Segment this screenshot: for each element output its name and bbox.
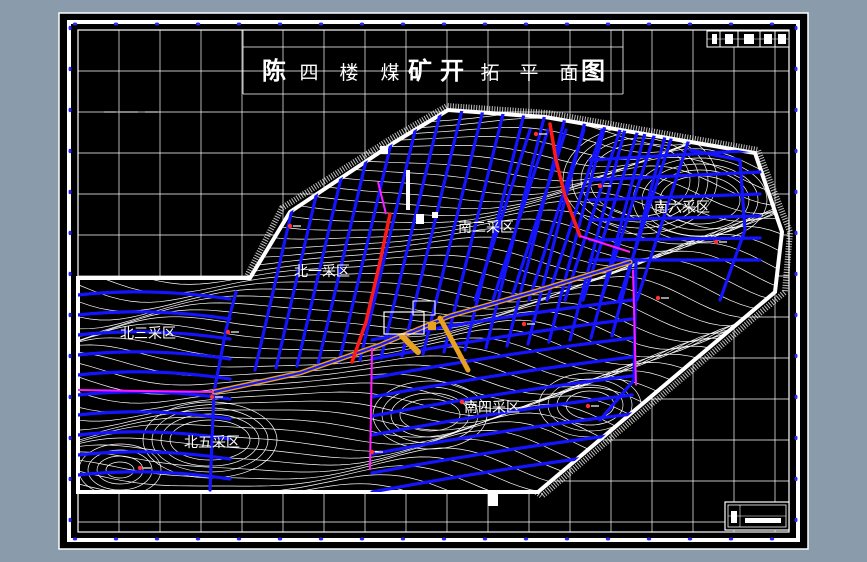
title-block-bottom <box>724 501 790 531</box>
borehole-dot <box>533 131 539 137</box>
borehole-dot <box>369 449 375 455</box>
title-char: 陈 <box>262 57 286 85</box>
district-label-north-5: 北五采区 <box>184 435 240 451</box>
borehole-dot <box>585 403 591 409</box>
borehole-dot <box>209 394 215 400</box>
title-char: 四 <box>299 62 318 84</box>
mine-plan-drawing[interactable]: 陈四楼煤矿开拓平面图 北一采区北三采区北五采区南二采区南四采区南六采区 <box>0 0 867 562</box>
borehole-dot <box>225 329 231 335</box>
title-char: 面 <box>559 62 578 84</box>
district-label-north-1: 北一采区 <box>294 264 350 280</box>
borehole-dot <box>597 183 603 189</box>
borehole-dot <box>655 295 661 301</box>
district-label-north-3: 北三采区 <box>120 326 176 342</box>
title-char: 矿 <box>408 57 432 85</box>
title-char: 楼 <box>339 62 358 84</box>
borehole-dot <box>521 321 527 327</box>
district-label-south-2: 南二采区 <box>458 220 514 236</box>
title-char: 图 <box>581 57 605 85</box>
borehole-dot <box>137 465 143 471</box>
district-label-south-6: 南六采区 <box>654 200 710 216</box>
borehole-dot <box>713 239 719 245</box>
title-char: 拓 <box>480 62 499 84</box>
borehole-dot <box>287 223 293 229</box>
title-block-top <box>706 30 790 48</box>
district-label-south-4: 南四采区 <box>464 400 520 416</box>
title-char: 平 <box>519 62 538 84</box>
title-char: 煤 <box>380 62 399 84</box>
title-char: 开 <box>440 57 464 85</box>
